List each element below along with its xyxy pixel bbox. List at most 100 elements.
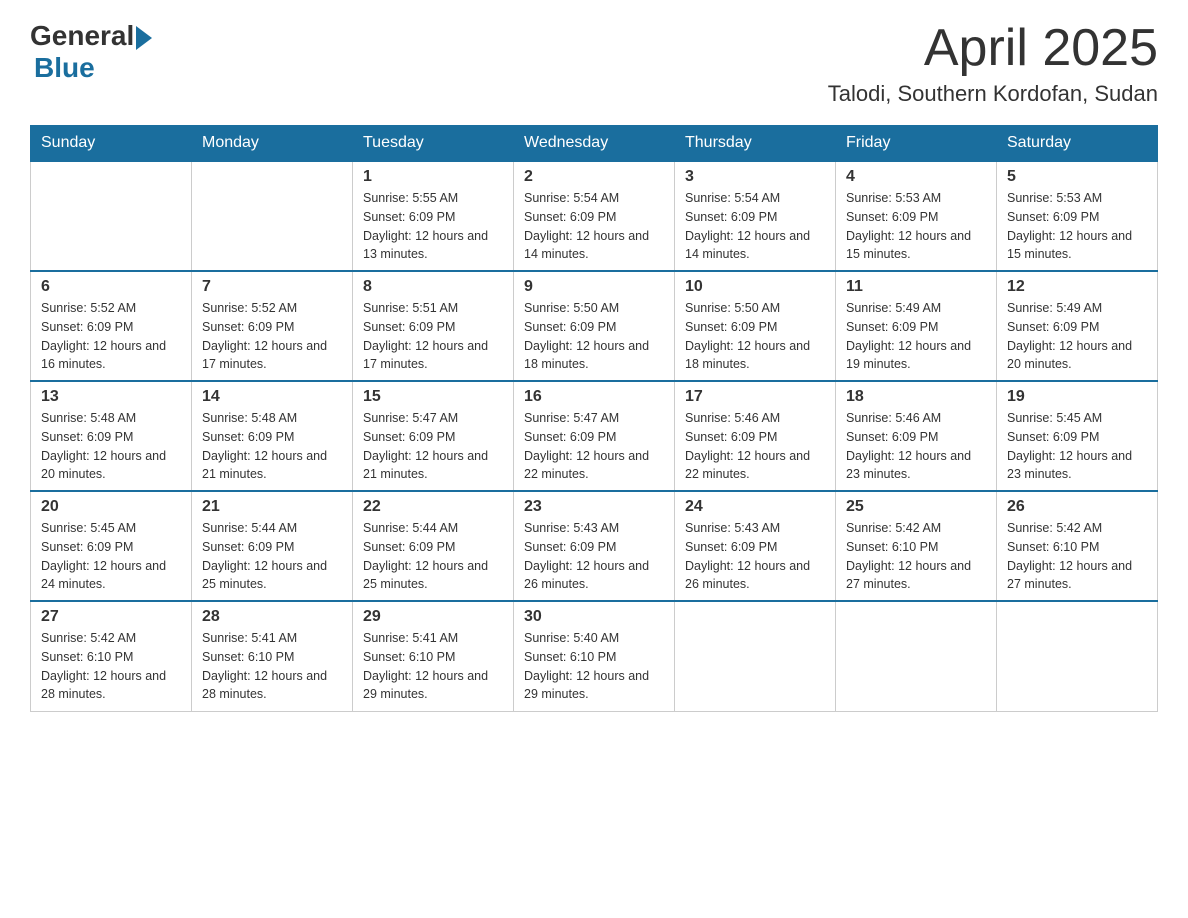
- day-info: Sunrise: 5:53 AMSunset: 6:09 PMDaylight:…: [1007, 189, 1147, 264]
- weekday-header-thursday: Thursday: [675, 126, 836, 162]
- day-number: 7: [202, 278, 342, 296]
- day-info: Sunrise: 5:54 AMSunset: 6:09 PMDaylight:…: [685, 189, 825, 264]
- logo-arrow-icon: [136, 26, 152, 50]
- day-info: Sunrise: 5:49 AMSunset: 6:09 PMDaylight:…: [1007, 299, 1147, 374]
- day-number: 30: [524, 608, 664, 626]
- day-number: 21: [202, 498, 342, 516]
- calendar-cell: 30 Sunrise: 5:40 AMSunset: 6:10 PMDayligh…: [514, 601, 675, 711]
- weekday-header-tuesday: Tuesday: [353, 126, 514, 162]
- day-info: Sunrise: 5:49 AMSunset: 6:09 PMDaylight:…: [846, 299, 986, 374]
- day-info: Sunrise: 5:52 AMSunset: 6:09 PMDaylight:…: [41, 299, 181, 374]
- calendar-cell: 22 Sunrise: 5:44 AMSunset: 6:09 PMDayligh…: [353, 491, 514, 601]
- day-number: 16: [524, 388, 664, 406]
- calendar-cell: 24 Sunrise: 5:43 AMSunset: 6:09 PMDayligh…: [675, 491, 836, 601]
- day-info: Sunrise: 5:42 AMSunset: 6:10 PMDaylight:…: [41, 629, 181, 704]
- calendar-cell: [836, 601, 997, 711]
- logo: General Blue: [30, 20, 152, 84]
- weekday-header-friday: Friday: [836, 126, 997, 162]
- calendar-cell: 3 Sunrise: 5:54 AMSunset: 6:09 PMDaylight…: [675, 161, 836, 271]
- calendar-cell: 23Sunrise: 5:43 AMSunset: 6:09 PMDayligh…: [514, 491, 675, 601]
- day-number: 10: [685, 278, 825, 296]
- calendar-cell: 19Sunrise: 5:45 AMSunset: 6:09 PMDayligh…: [997, 381, 1158, 491]
- day-info: Sunrise: 5:47 AMSunset: 6:09 PMDaylight:…: [363, 409, 503, 484]
- calendar-cell: 13 Sunrise: 5:48 AMSunset: 6:09 PMDayligh…: [31, 381, 192, 491]
- calendar-cell: [997, 601, 1158, 711]
- calendar-cell: 18 Sunrise: 5:46 AMSunset: 6:09 PMDayligh…: [836, 381, 997, 491]
- weekday-header-wednesday: Wednesday: [514, 126, 675, 162]
- day-number: 6: [41, 278, 181, 296]
- calendar-cell: 14 Sunrise: 5:48 AMSunset: 6:09 PMDayligh…: [192, 381, 353, 491]
- day-number: 17: [685, 388, 825, 406]
- calendar-cell: 2Sunrise: 5:54 AMSunset: 6:09 PMDaylight…: [514, 161, 675, 271]
- day-info: Sunrise: 5:44 AMSunset: 6:09 PMDaylight:…: [202, 519, 342, 594]
- day-info: Sunrise: 5:45 AMSunset: 6:09 PMDaylight:…: [41, 519, 181, 594]
- day-info: Sunrise: 5:48 AMSunset: 6:09 PMDaylight:…: [202, 409, 342, 484]
- day-number: 13: [41, 388, 181, 406]
- calendar-week-row: 6 Sunrise: 5:52 AMSunset: 6:09 PMDaylight…: [31, 271, 1158, 381]
- day-number: 5: [1007, 168, 1147, 186]
- day-number: 14: [202, 388, 342, 406]
- day-info: Sunrise: 5:45 AMSunset: 6:09 PMDaylight:…: [1007, 409, 1147, 484]
- calendar-cell: 20 Sunrise: 5:45 AMSunset: 6:09 PMDayligh…: [31, 491, 192, 601]
- day-info: Sunrise: 5:46 AMSunset: 6:09 PMDaylight:…: [685, 409, 825, 484]
- day-number: 20: [41, 498, 181, 516]
- day-info: Sunrise: 5:51 AMSunset: 6:09 PMDaylight:…: [363, 299, 503, 374]
- day-info: Sunrise: 5:43 AMSunset: 6:09 PMDaylight:…: [524, 519, 664, 594]
- day-info: Sunrise: 5:42 AMSunset: 6:10 PMDaylight:…: [846, 519, 986, 594]
- calendar-week-row: 13 Sunrise: 5:48 AMSunset: 6:09 PMDayligh…: [31, 381, 1158, 491]
- calendar-cell: 16 Sunrise: 5:47 AMSunset: 6:09 PMDayligh…: [514, 381, 675, 491]
- calendar-cell: 17 Sunrise: 5:46 AMSunset: 6:09 PMDayligh…: [675, 381, 836, 491]
- day-number: 28: [202, 608, 342, 626]
- day-number: 9: [524, 278, 664, 296]
- day-number: 26: [1007, 498, 1147, 516]
- calendar-cell: 8Sunrise: 5:51 AMSunset: 6:09 PMDaylight…: [353, 271, 514, 381]
- day-info: Sunrise: 5:41 AMSunset: 6:10 PMDaylight:…: [363, 629, 503, 704]
- calendar-table: SundayMondayTuesdayWednesdayThursdayFrid…: [30, 125, 1158, 712]
- calendar-cell: [31, 161, 192, 271]
- day-info: Sunrise: 5:48 AMSunset: 6:09 PMDaylight:…: [41, 409, 181, 484]
- calendar-cell: 12 Sunrise: 5:49 AMSunset: 6:09 PMDayligh…: [997, 271, 1158, 381]
- day-info: Sunrise: 5:46 AMSunset: 6:09 PMDaylight:…: [846, 409, 986, 484]
- day-number: 22: [363, 498, 503, 516]
- day-number: 2: [524, 168, 664, 186]
- day-info: Sunrise: 5:53 AMSunset: 6:09 PMDaylight:…: [846, 189, 986, 264]
- calendar-cell: 5 Sunrise: 5:53 AMSunset: 6:09 PMDaylight…: [997, 161, 1158, 271]
- day-number: 15: [363, 388, 503, 406]
- calendar-cell: 10 Sunrise: 5:50 AMSunset: 6:09 PMDayligh…: [675, 271, 836, 381]
- day-number: 18: [846, 388, 986, 406]
- day-number: 4: [846, 168, 986, 186]
- title-section: April 2025 Talodi, Southern Kordofan, Su…: [828, 20, 1158, 107]
- day-info: Sunrise: 5:47 AMSunset: 6:09 PMDaylight:…: [524, 409, 664, 484]
- day-info: Sunrise: 5:40 AMSunset: 6:10 PMDaylight:…: [524, 629, 664, 704]
- day-info: Sunrise: 5:43 AMSunset: 6:09 PMDaylight:…: [685, 519, 825, 594]
- calendar-week-row: 1Sunrise: 5:55 AMSunset: 6:09 PMDaylight…: [31, 161, 1158, 271]
- weekday-header-monday: Monday: [192, 126, 353, 162]
- calendar-cell: 11 Sunrise: 5:49 AMSunset: 6:09 PMDayligh…: [836, 271, 997, 381]
- day-number: 1: [363, 168, 503, 186]
- day-number: 12: [1007, 278, 1147, 296]
- day-info: Sunrise: 5:44 AMSunset: 6:09 PMDaylight:…: [363, 519, 503, 594]
- logo-general-text: General: [30, 20, 134, 52]
- day-info: Sunrise: 5:50 AMSunset: 6:09 PMDaylight:…: [524, 299, 664, 374]
- calendar-cell: 1Sunrise: 5:55 AMSunset: 6:09 PMDaylight…: [353, 161, 514, 271]
- day-number: 27: [41, 608, 181, 626]
- weekday-header-row: SundayMondayTuesdayWednesdayThursdayFrid…: [31, 126, 1158, 162]
- calendar-cell: 15 Sunrise: 5:47 AMSunset: 6:09 PMDayligh…: [353, 381, 514, 491]
- day-info: Sunrise: 5:50 AMSunset: 6:09 PMDaylight:…: [685, 299, 825, 374]
- day-number: 24: [685, 498, 825, 516]
- day-number: 29: [363, 608, 503, 626]
- page-title: April 2025: [828, 20, 1158, 77]
- calendar-cell: [675, 601, 836, 711]
- day-info: Sunrise: 5:41 AMSunset: 6:10 PMDaylight:…: [202, 629, 342, 704]
- day-number: 11: [846, 278, 986, 296]
- calendar-cell: 7Sunrise: 5:52 AMSunset: 6:09 PMDaylight…: [192, 271, 353, 381]
- calendar-cell: 25Sunrise: 5:42 AMSunset: 6:10 PMDayligh…: [836, 491, 997, 601]
- calendar-cell: 9 Sunrise: 5:50 AMSunset: 6:09 PMDaylight…: [514, 271, 675, 381]
- logo-blue-text: Blue: [34, 52, 95, 84]
- calendar-cell: 21 Sunrise: 5:44 AMSunset: 6:09 PMDayligh…: [192, 491, 353, 601]
- page-header: General Blue April 2025 Talodi, Southern…: [30, 20, 1158, 107]
- day-number: 3: [685, 168, 825, 186]
- calendar-cell: 26Sunrise: 5:42 AMSunset: 6:10 PMDayligh…: [997, 491, 1158, 601]
- weekday-header-saturday: Saturday: [997, 126, 1158, 162]
- calendar-week-row: 27 Sunrise: 5:42 AMSunset: 6:10 PMDayligh…: [31, 601, 1158, 711]
